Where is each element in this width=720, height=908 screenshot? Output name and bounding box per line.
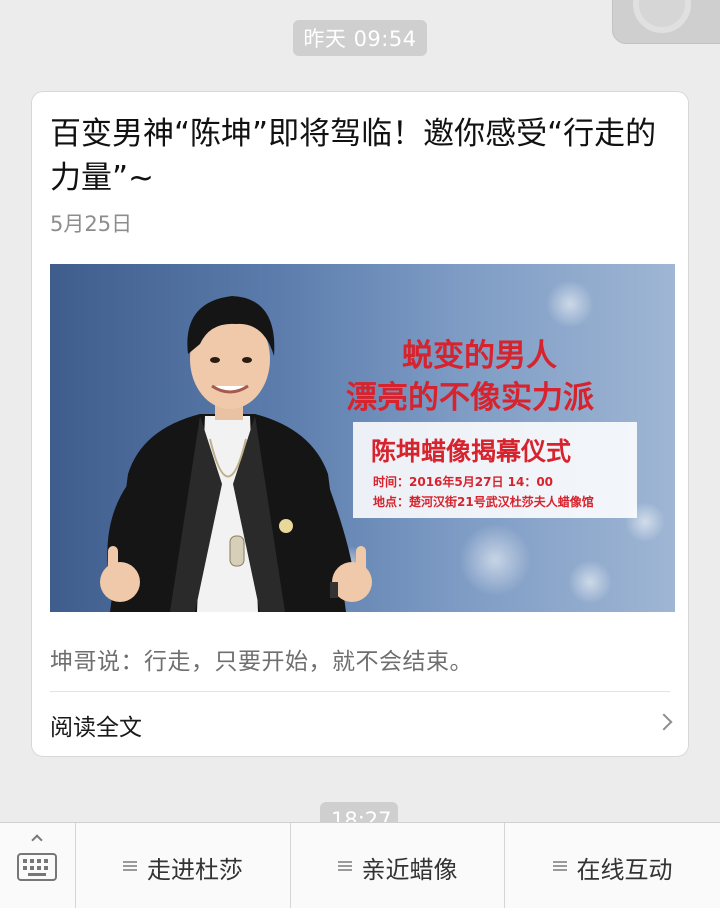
- chevron-up-icon: [31, 834, 43, 846]
- menu-item-label: 走进杜莎: [147, 856, 243, 884]
- chat-screen: 昨天 09:54 百变男神“陈坤”即将驾临！邀你感受“行走的力量”~ 5月25日: [0, 0, 720, 908]
- menu-item-zoujin-dusha[interactable]: 走进杜莎: [76, 823, 291, 908]
- article-cover-image[interactable]: 蜕变的男人 漂亮的不像实力派 陈坤蜡像揭幕仪式 时间：2016年5月27日 14…: [50, 264, 675, 612]
- menu-item-label: 亲近蜡像: [361, 856, 458, 884]
- read-more-label[interactable]: 阅读全文: [50, 708, 142, 742]
- menu-item-label: 在线互动: [576, 856, 673, 884]
- article-card[interactable]: 百变男神“陈坤”即将驾临！邀你感受“行走的力量”~ 5月25日 蜕变的男人 漂亮…: [31, 91, 689, 757]
- menu-item-zaixian-hudong[interactable]: 在线互动: [505, 823, 720, 908]
- message-timestamp: 昨天 09:54: [0, 20, 720, 56]
- cover-info-panel: 陈坤蜡像揭幕仪式 时间：2016年5月27日 14：00 地点：楚河汉街21号武…: [353, 422, 637, 518]
- article-digest: 坤哥说：行走，只要开始，就不会结束。: [50, 649, 473, 675]
- bottom-menu-bar: 走进杜莎 亲近蜡像 在线互动: [0, 822, 720, 908]
- menu-lines-icon: [123, 860, 137, 871]
- article-title[interactable]: 百变男神“陈坤”即将驾临！邀你感受“行走的力量”~: [50, 112, 670, 200]
- article-date: 5月25日: [50, 212, 133, 236]
- menu-item-qinjin-laxiang[interactable]: 亲近蜡像: [291, 823, 505, 908]
- chevron-right-icon: [655, 713, 673, 731]
- menu-lines-icon: [552, 860, 567, 871]
- timestamp-label: 昨天 09:54: [293, 20, 427, 56]
- cover-event-place: 地点：楚河汉街21号武汉杜莎夫人蜡像馆: [373, 495, 594, 509]
- menu-lines-icon: [337, 860, 352, 871]
- cover-panel-title: 陈坤蜡像揭幕仪式: [371, 437, 572, 466]
- keyboard-icon: [17, 853, 57, 881]
- cover-headline-1: 蜕变的男人: [402, 338, 557, 374]
- cover-event-time: 时间：2016年5月27日 14：00: [373, 475, 554, 489]
- cover-headline-2: 漂亮的不像实力派: [346, 380, 594, 416]
- keyboard-toggle-button[interactable]: [0, 823, 76, 908]
- read-more-row[interactable]: 阅读全文: [32, 692, 688, 754]
